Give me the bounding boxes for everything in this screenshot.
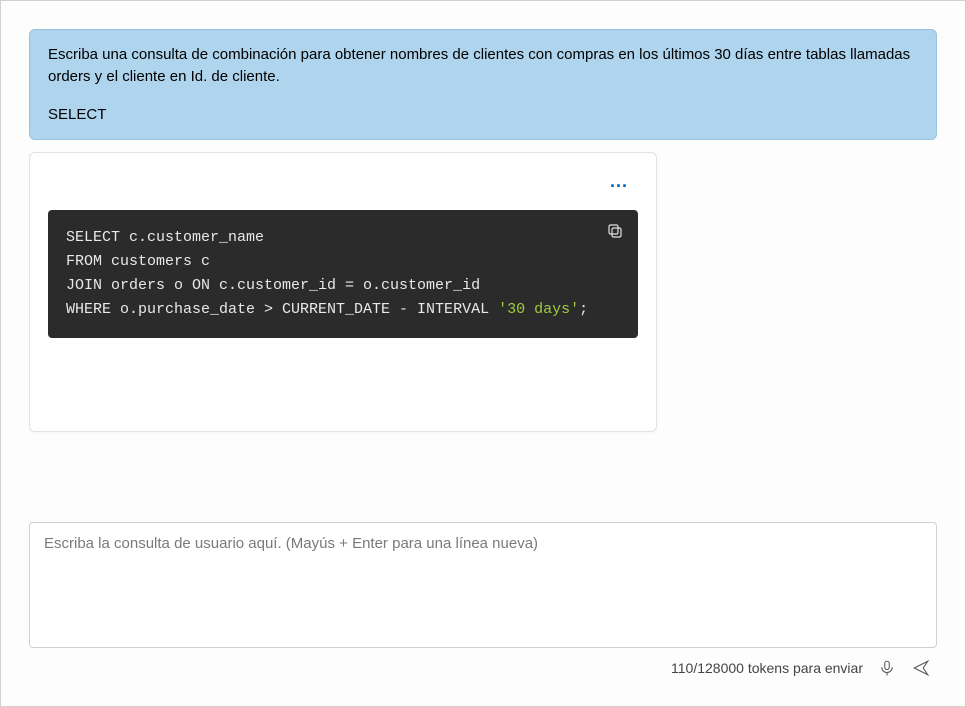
- code-line-4-suffix: ;: [579, 301, 588, 318]
- sql-code-block: SELECT c.customer_name FROM customers c …: [48, 210, 638, 338]
- mic-icon[interactable]: [877, 658, 897, 678]
- app-frame: Escriba una consulta de combinación para…: [0, 0, 966, 707]
- input-card: [29, 522, 937, 648]
- more-options-button[interactable]: ...: [604, 167, 634, 196]
- footer-row: 110/128000 tokens para enviar: [29, 648, 937, 678]
- user-message-text: Escriba una consulta de combinación para…: [48, 44, 918, 88]
- chat-area: Escriba una consulta de combinación para…: [29, 29, 937, 504]
- code-line-4-prefix: WHERE o.purchase_date > CURRENT_DATE - I…: [66, 301, 498, 318]
- copy-icon[interactable]: [604, 220, 626, 242]
- user-message-bubble: Escriba una consulta de combinación para…: [29, 29, 937, 140]
- query-input[interactable]: [44, 535, 922, 635]
- user-message-extra: SELECT: [48, 104, 918, 126]
- code-line-2: FROM customers c: [66, 253, 210, 270]
- code-line-4-literal: '30 days': [498, 301, 579, 318]
- send-icon[interactable]: [911, 658, 931, 678]
- code-line-3: JOIN orders o ON c.customer_id = o.custo…: [66, 277, 480, 294]
- assistant-message-bubble: ... SELECT c.customer_name FROM customer…: [29, 152, 657, 432]
- code-line-1: SELECT c.customer_name: [66, 229, 264, 246]
- token-status: 110/128000 tokens para enviar: [671, 660, 863, 676]
